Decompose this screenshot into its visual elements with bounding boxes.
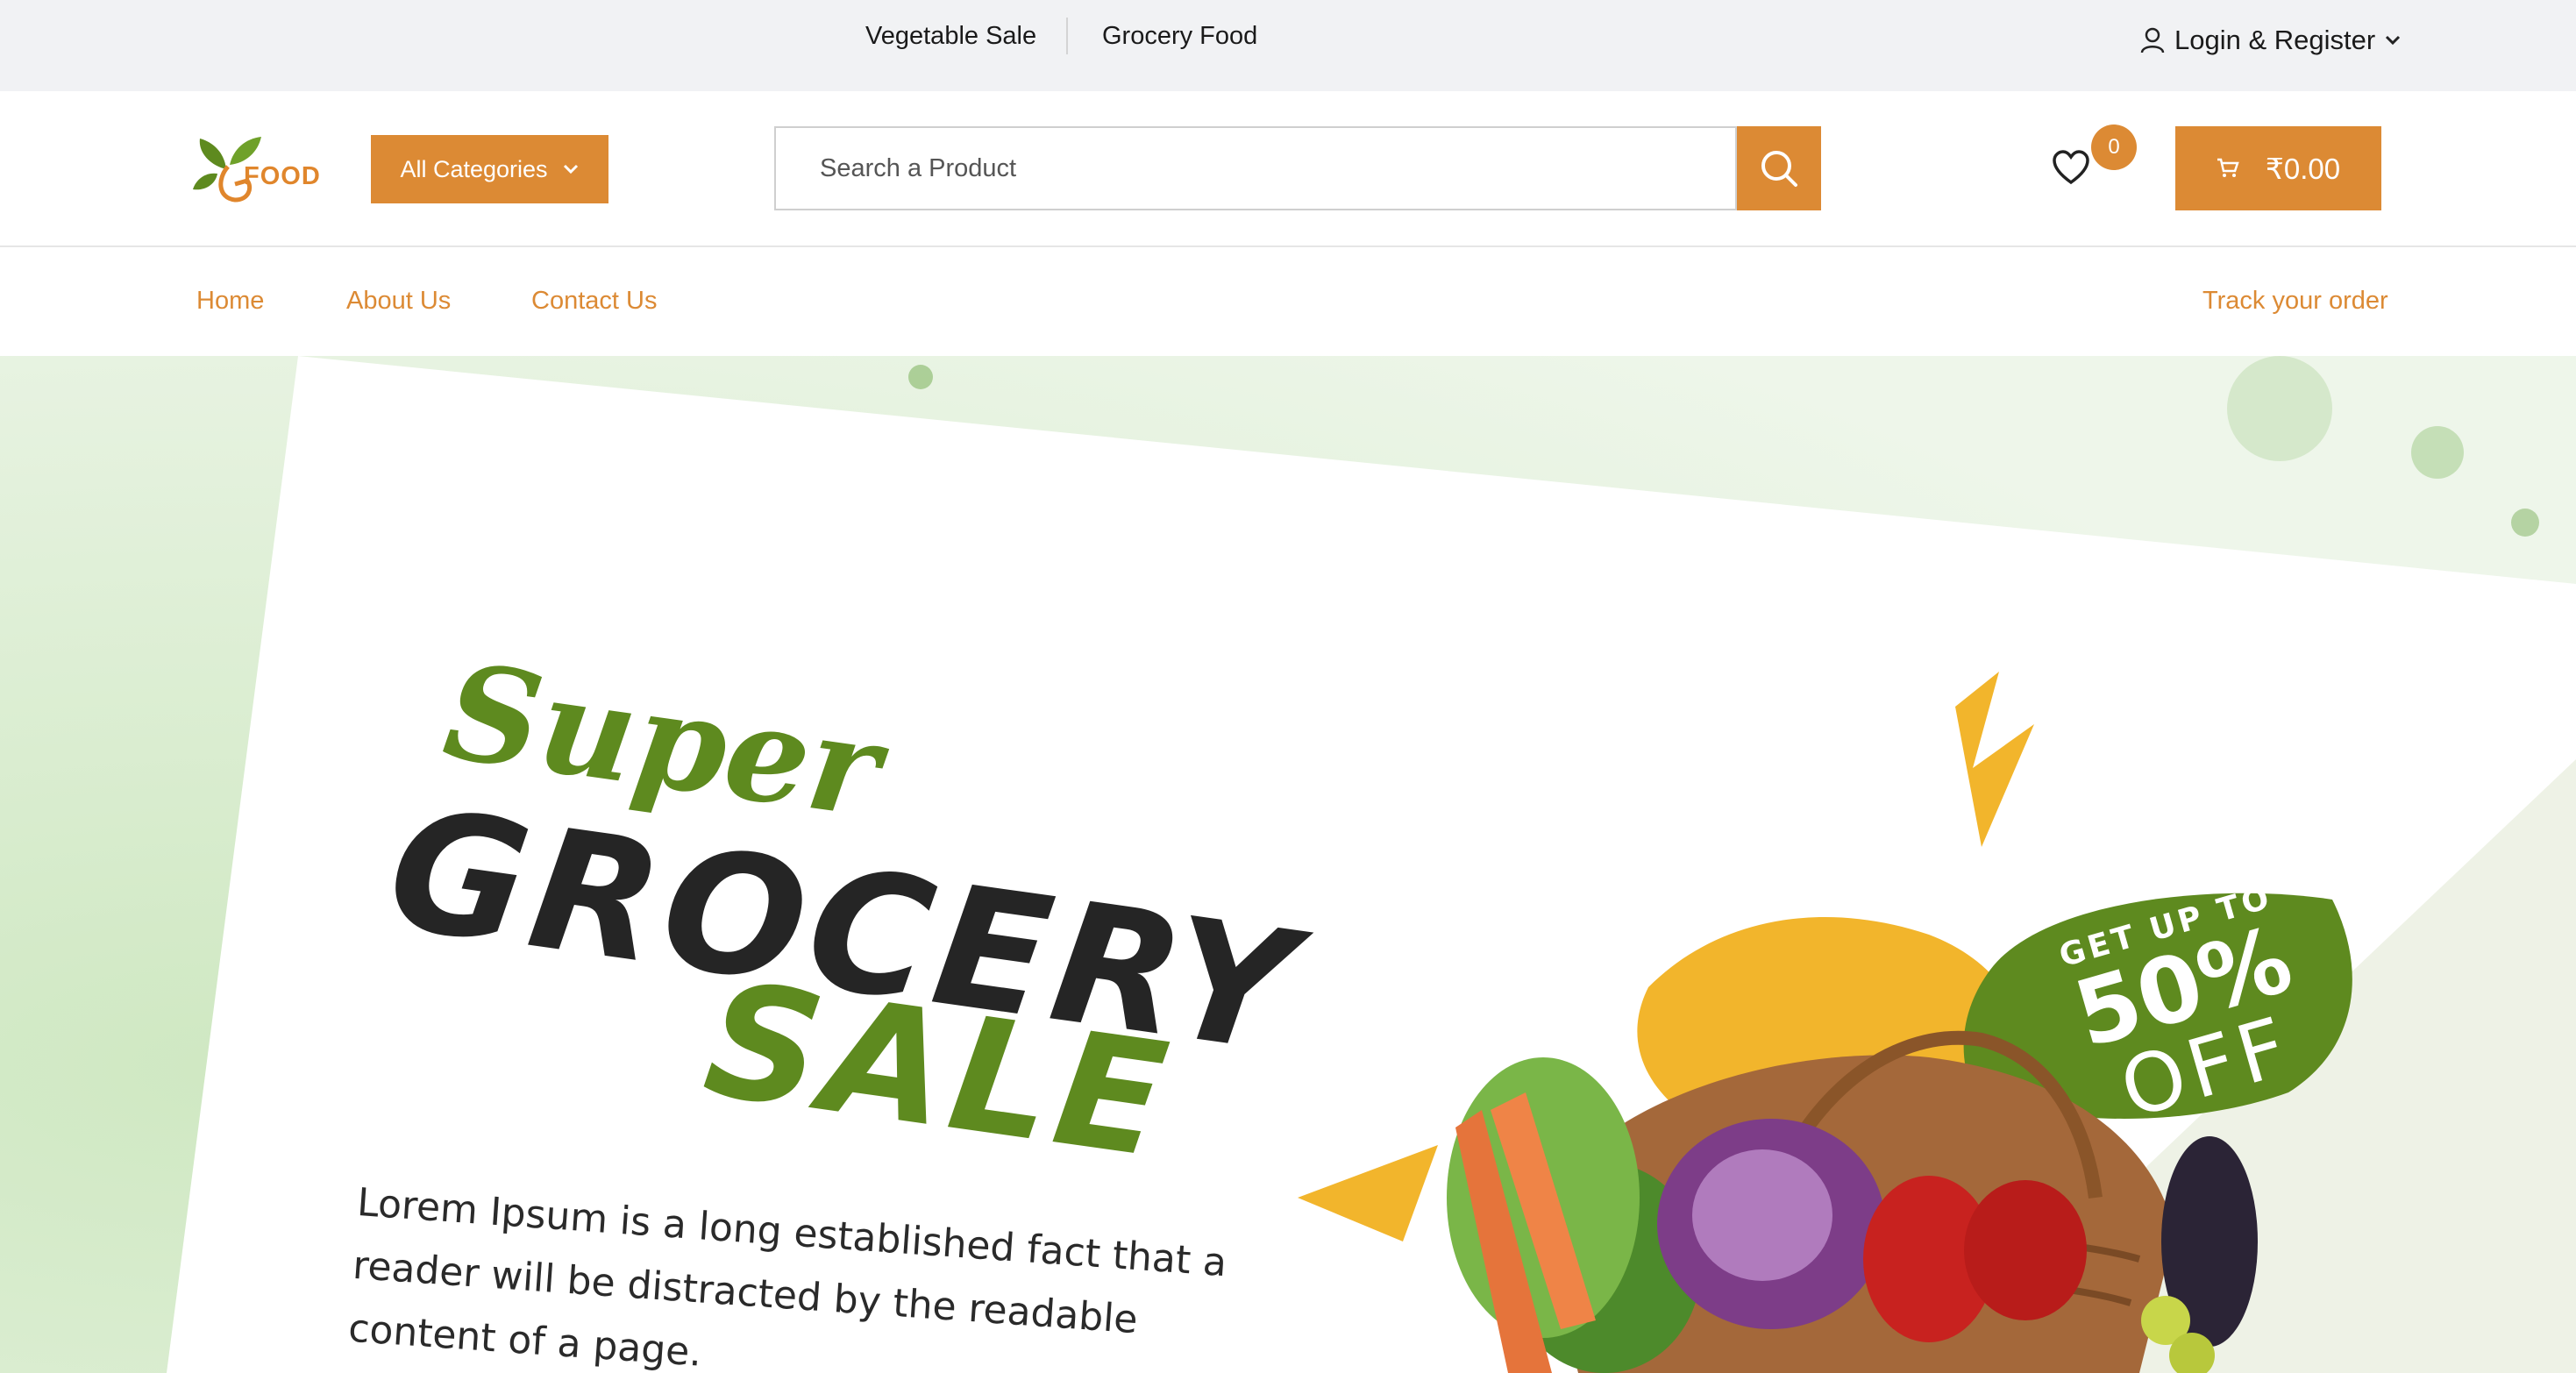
chevron-down-icon <box>563 164 578 174</box>
top-divider <box>1066 18 1068 54</box>
heart-icon[interactable] <box>2052 149 2090 188</box>
nav-contact-us[interactable]: Contact Us <box>531 286 657 316</box>
user-icon <box>2140 27 2165 53</box>
logo-text: FOOD <box>244 162 321 190</box>
cart-icon <box>2217 158 2239 177</box>
cart-total: ₹0.00 <box>2265 152 2341 185</box>
search-button[interactable] <box>1737 126 1821 210</box>
top-bar: Vegetable Sale Grocery Food Login & Regi… <box>0 0 2576 91</box>
main-header: FOOD All Categories 0 ₹0.00 <box>0 91 2576 247</box>
search-input[interactable] <box>774 126 1737 210</box>
chevron-down-icon <box>2386 35 2401 46</box>
main-navigation: Home About Us Contact Us Track your orde… <box>0 247 2576 356</box>
login-register-menu[interactable]: Login & Register <box>2139 25 2402 56</box>
login-register-label: Login & Register <box>2174 25 2376 55</box>
all-categories-button[interactable]: All Categories <box>371 135 608 203</box>
nav-track-order[interactable]: Track your order <box>2202 286 2388 316</box>
hero-banner[interactable]: Super GROCERY SALE Lorem Ipsum is a long… <box>0 356 2576 1373</box>
site-logo[interactable]: FOOD <box>191 130 323 209</box>
search-icon <box>1761 151 1797 187</box>
wishlist-count-badge: 0 <box>2091 124 2137 170</box>
nav-about-us[interactable]: About Us <box>346 286 451 316</box>
top-link-vegetable-sale[interactable]: Vegetable Sale <box>865 21 1036 51</box>
cart-button[interactable]: ₹0.00 <box>2175 126 2381 210</box>
all-categories-label: All Categories <box>400 155 548 182</box>
nav-home[interactable]: Home <box>196 286 264 316</box>
top-link-grocery-food[interactable]: Grocery Food <box>1102 21 1257 51</box>
